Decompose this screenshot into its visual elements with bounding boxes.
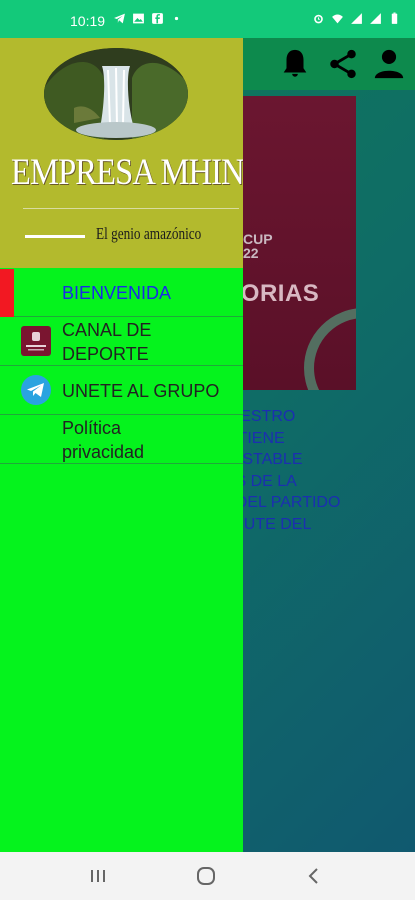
signal-icon <box>351 13 362 24</box>
waterfall-logo <box>44 48 188 140</box>
wifi-icon <box>332 14 343 24</box>
slogan: El genio amazónico <box>96 224 202 243</box>
brand-title: EMPRESA MHIN <box>11 152 243 193</box>
navigation-drawer: EMPRESA MHIN El genio amazónico BIENVENI… <box>0 38 243 852</box>
alarm-icon <box>314 14 323 24</box>
menu-item-bienvenida[interactable]: BIENVENIDA <box>0 268 243 317</box>
menu-item-canal-de-deporte[interactable]: CANAL DE DEPORTE <box>0 317 243 366</box>
status-bar: 10:19 <box>0 0 415 38</box>
menu-item-label: Política privacidad <box>62 418 145 462</box>
channel-thumbnail-icon <box>21 326 51 356</box>
telegram-icon <box>114 13 125 24</box>
menu-item-unete-al-grupo[interactable]: UNETE AL GRUPO <box>0 366 243 415</box>
recents-icon[interactable] <box>88 866 108 886</box>
image-icon <box>133 13 144 24</box>
menu-item-label: BIENVENIDA <box>62 283 172 303</box>
facebook-icon <box>152 13 163 24</box>
back-icon[interactable] <box>304 866 324 886</box>
drawer-scrim[interactable] <box>243 38 415 852</box>
system-navigation-bar <box>0 852 415 900</box>
waterfall-image <box>44 48 188 140</box>
dot-icon <box>174 16 179 21</box>
system-icons <box>312 12 401 25</box>
menu-item-label: UNETE AL GRUPO <box>62 381 220 401</box>
status-time: 10:19 <box>70 13 106 29</box>
battery-icon <box>391 12 398 24</box>
menu-item-label: CANAL DE DEPORTE <box>62 320 152 364</box>
notification-icons <box>113 12 183 25</box>
drawer-menu: BIENVENIDA CANAL DE DEPORTE UNETE AL GRU… <box>0 268 243 464</box>
telegram-icon <box>21 375 51 405</box>
menu-item-politica-privacidad[interactable]: Política privacidad <box>0 415 243 464</box>
header-accent-line <box>25 235 85 238</box>
header-divider <box>23 208 239 209</box>
active-indicator <box>0 269 14 317</box>
signal-icon <box>370 13 381 24</box>
drawer-header: EMPRESA MHIN El genio amazónico <box>0 38 243 268</box>
home-icon[interactable] <box>196 866 216 886</box>
